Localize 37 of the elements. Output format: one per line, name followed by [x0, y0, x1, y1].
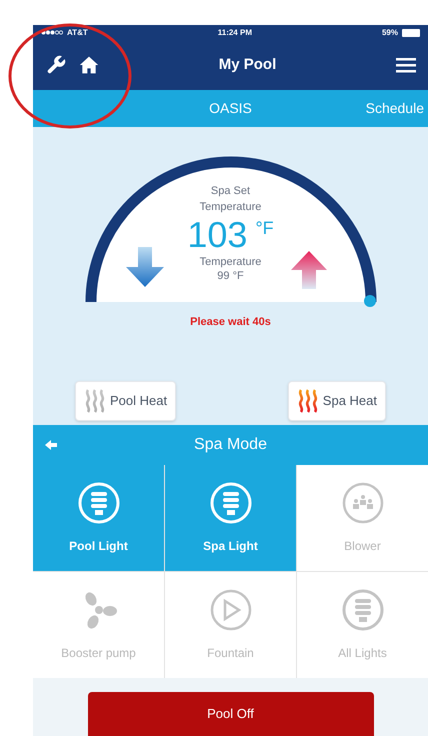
- set-temperature: 103: [187, 215, 248, 255]
- wait-message: Please wait 40s: [190, 315, 271, 330]
- set-temperature-label: Spa Set Temperature: [198, 184, 262, 215]
- heat-button[interactable]: Spa Heat: [288, 380, 386, 420]
- menu-icon[interactable]: [396, 57, 416, 73]
- bulb-icon: [208, 481, 252, 525]
- bulb-icon: [340, 588, 384, 632]
- people-icon: [340, 481, 384, 525]
- battery-icon: [402, 28, 420, 36]
- wrench-icon[interactable]: [45, 54, 67, 76]
- bulb-icon: [76, 481, 120, 525]
- feature-tile[interactable]: Booster pump: [33, 572, 164, 678]
- down-arrow-icon[interactable]: [126, 247, 164, 287]
- signal-icon: [41, 30, 63, 35]
- schedule-link[interactable]: Schedule: [366, 98, 424, 119]
- feature-tile[interactable]: All Lights: [297, 572, 428, 678]
- heat-waves-icon: [84, 388, 106, 414]
- up-arrow-icon[interactable]: [290, 251, 326, 289]
- mode-title: Spa Mode: [194, 435, 267, 455]
- play-icon: [208, 588, 252, 632]
- feature-tile[interactable]: Pool Light: [33, 465, 164, 571]
- temperature-unit: °F: [255, 217, 274, 240]
- status-time: 11:24 PM: [218, 26, 252, 38]
- back-arrow-icon[interactable]: [45, 440, 57, 450]
- pool-off-button[interactable]: Pool Off: [88, 692, 374, 736]
- battery-percent: 59%: [382, 26, 398, 38]
- heat-button[interactable]: Pool Heat: [75, 380, 176, 420]
- current-temperature-label: Temperature: [200, 255, 262, 269]
- feature-tile[interactable]: Spa Light: [165, 465, 296, 571]
- heat-waves-icon: [296, 388, 319, 414]
- current-temperature: 99 °F: [217, 269, 244, 283]
- screen-title: My Pool: [218, 54, 276, 75]
- feature-tile[interactable]: Blower: [297, 465, 428, 571]
- pool-name: OASIS: [209, 99, 252, 118]
- carrier-name: AT&T: [67, 26, 88, 38]
- feature-tile[interactable]: Fountain: [165, 572, 296, 678]
- home-icon[interactable]: [79, 55, 99, 75]
